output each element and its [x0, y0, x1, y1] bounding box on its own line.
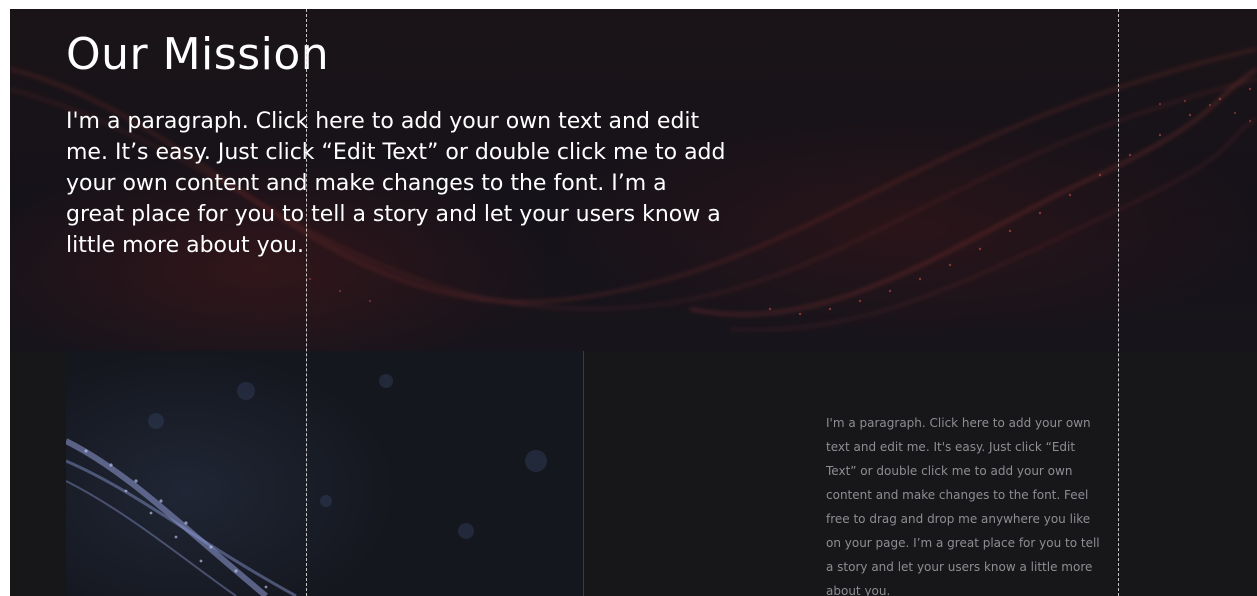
column-divider — [583, 351, 584, 596]
mission-strip[interactable]: Our Mission I'm a paragraph. Click here … — [10, 9, 1257, 351]
blue-network-wave — [66, 374, 547, 596]
site-canvas: Our Mission I'm a paragraph. Click here … — [10, 9, 1257, 596]
feature-section[interactable]: I'm a paragraph. Click here to add your … — [10, 351, 1257, 596]
left-margin-guide — [306, 9, 307, 596]
feature-paragraph[interactable]: I'm a paragraph. Click here to add your … — [826, 411, 1108, 596]
network-image[interactable] — [66, 351, 584, 596]
mission-paragraph[interactable]: I'm a paragraph. Click here to add your … — [66, 106, 726, 261]
page-title[interactable]: Our Mission — [66, 29, 329, 80]
right-margin-guide — [1118, 9, 1119, 596]
